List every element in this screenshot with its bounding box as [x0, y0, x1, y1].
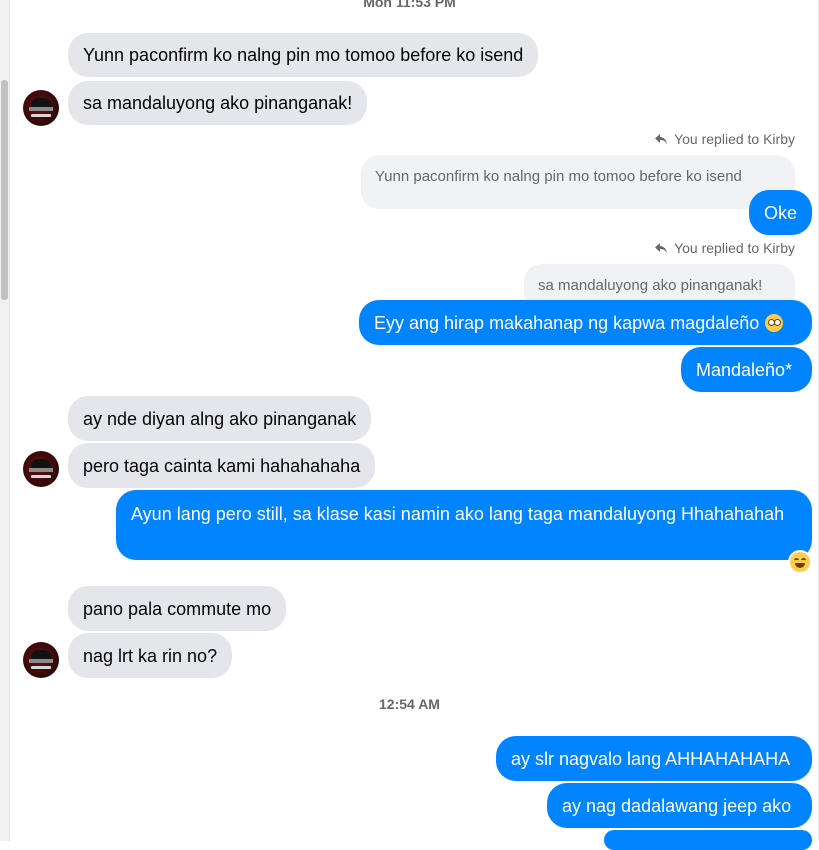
laughing-emoji-icon[interactable] — [790, 552, 810, 572]
outgoing-message[interactable]: Eyy ang hirap makahanap ng kapwa magdale… — [359, 300, 812, 345]
outgoing-message[interactable]: ay slr nagvalo lang AHHAHAHAHA — [496, 736, 812, 781]
outgoing-message[interactable]: ay nag dadalawang jeep ako — [547, 783, 812, 828]
incoming-message[interactable]: pero taga cainta kami hahahahaha — [68, 443, 376, 488]
contact-avatar[interactable] — [23, 642, 59, 678]
incoming-message[interactable]: Yunn paconfirm ko nalng pin mo tomoo bef… — [68, 33, 539, 77]
outgoing-message[interactable]: Mandaleño* — [681, 347, 812, 392]
incoming-message[interactable]: nag lrt ka rin no? — [68, 633, 233, 678]
reply-indicator: You replied to Kirby — [654, 240, 795, 256]
incoming-message[interactable]: sa mandaluyong ako pinanganak! — [68, 81, 368, 125]
reply-indicator: You replied to Kirby — [654, 131, 795, 147]
timestamp-top: Mon 11:53 PM — [363, 0, 456, 10]
pleading-face-emoji — [765, 313, 784, 332]
reply-arrow-icon — [655, 134, 668, 144]
timestamp-middle: 12:54 AM — [379, 696, 440, 712]
reply-label: You replied to Kirby — [674, 131, 795, 147]
incoming-message[interactable]: pano pala commute mo — [68, 586, 287, 631]
incoming-message[interactable]: ay nde diyan alng ako pinanganak — [68, 396, 372, 441]
outgoing-message[interactable] — [604, 830, 812, 850]
reply-label: You replied to Kirby — [674, 240, 795, 256]
outgoing-message[interactable]: Oke — [749, 190, 812, 235]
quoted-message[interactable]: Yunn paconfirm ko nalng pin mo tomoo bef… — [361, 155, 795, 209]
message-text: Eyy ang hirap makahanap ng kapwa magdale… — [374, 312, 760, 333]
scrollbar[interactable] — [0, 0, 10, 841]
outgoing-message[interactable]: Ayun lang pero still, sa klase kasi nami… — [116, 490, 812, 560]
contact-avatar[interactable] — [23, 90, 59, 126]
contact-avatar[interactable] — [23, 451, 59, 487]
reply-arrow-icon — [655, 243, 668, 253]
scrollbar-thumb[interactable] — [1, 80, 8, 300]
